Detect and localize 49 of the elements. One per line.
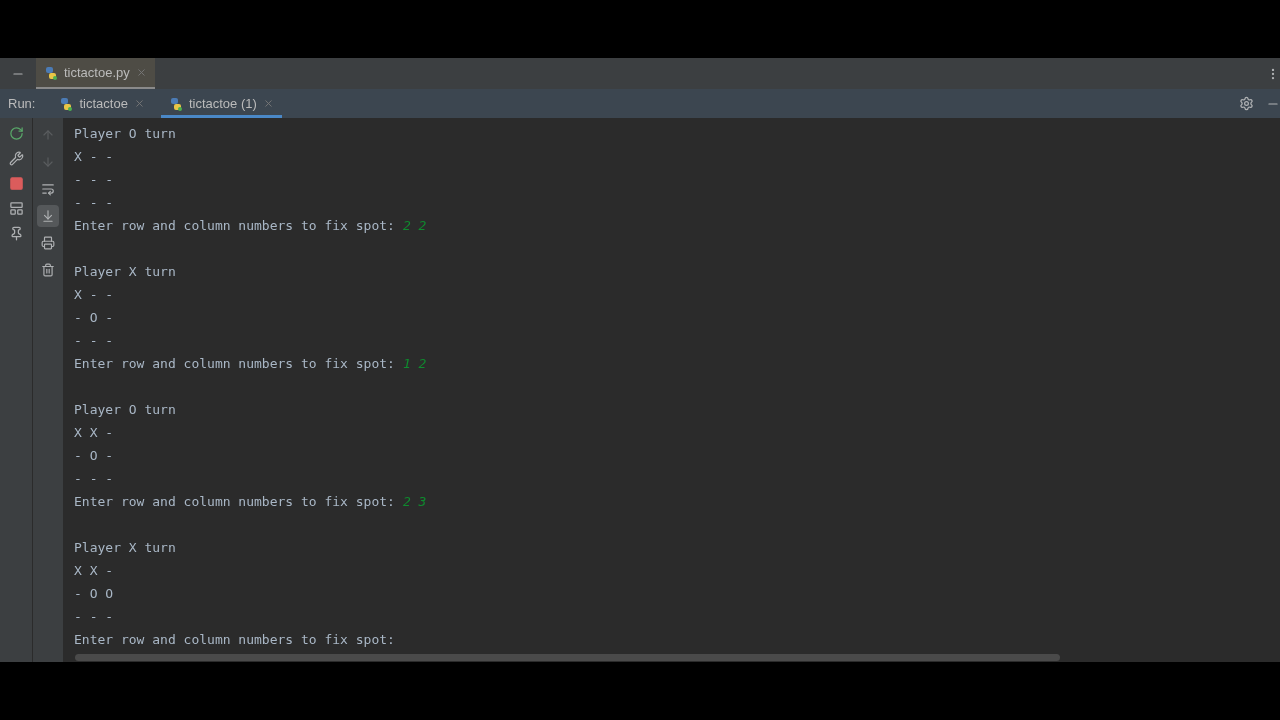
pin-icon[interactable] xyxy=(8,226,24,241)
run-label: Run: xyxy=(7,94,37,113)
close-icon[interactable] xyxy=(133,98,145,109)
console-prompt: Enter row and column numbers to fix spot: xyxy=(74,216,395,235)
console-line: - - - xyxy=(74,193,114,212)
scroll-to-end-icon xyxy=(41,209,55,223)
console-line: - O - xyxy=(74,446,114,465)
console-prompt: Enter row and column numbers to fix spot: xyxy=(74,492,395,511)
wrench-icon[interactable] xyxy=(8,151,24,166)
console-prompt: Enter row and column numbers to fix spot: xyxy=(74,354,395,373)
python-file-icon xyxy=(44,65,58,80)
stop-icon[interactable] xyxy=(8,176,24,191)
tab-label: tictactoe xyxy=(79,94,128,113)
console-line: X - - xyxy=(74,147,114,166)
console-line: - O - xyxy=(74,308,114,327)
typed-input-text: 1 2 xyxy=(402,354,427,373)
arrow-up-icon xyxy=(41,128,55,142)
typed-input-text: 2 2 xyxy=(402,216,427,235)
console-line: - O O xyxy=(74,584,114,603)
scroll-to-end-button[interactable] xyxy=(37,205,59,227)
close-icon[interactable] xyxy=(135,67,147,78)
console-line: Player X turn xyxy=(74,262,176,281)
soft-wrap-icon xyxy=(41,182,55,196)
console-line: Player O turn xyxy=(74,400,176,419)
rerun-icon[interactable] xyxy=(8,126,24,141)
trash-icon xyxy=(41,263,55,277)
console-prompt: Enter row and column numbers to fix spot: xyxy=(74,630,395,649)
python-file-icon xyxy=(168,96,183,111)
console-line: - - - xyxy=(74,607,114,626)
close-icon[interactable] xyxy=(262,98,274,109)
console-line: - - - xyxy=(74,331,114,350)
console-line: - - - xyxy=(74,469,114,488)
python-file-icon xyxy=(59,96,74,111)
run-tab[interactable]: tictactoe xyxy=(51,89,153,118)
tab-label: tictactoe.py xyxy=(64,63,130,82)
printer-icon xyxy=(41,236,55,250)
settings-icon[interactable] xyxy=(1239,96,1254,111)
console-line: X X - xyxy=(74,423,114,442)
console-line: - - - xyxy=(74,170,114,189)
tab-label: tictactoe (1) xyxy=(188,94,257,113)
console-line: Player X turn xyxy=(74,538,176,557)
horizontal-scrollbar[interactable] xyxy=(75,654,1060,661)
layout-icon[interactable] xyxy=(8,201,24,216)
console-line: X - - xyxy=(74,285,114,304)
arrow-down-icon xyxy=(41,155,55,169)
typed-input-text: 2 3 xyxy=(402,492,427,511)
editor-tab[interactable]: tictactoe.py xyxy=(36,58,155,89)
console-line: X X - xyxy=(74,561,114,580)
console-line: Player O turn xyxy=(74,124,176,143)
